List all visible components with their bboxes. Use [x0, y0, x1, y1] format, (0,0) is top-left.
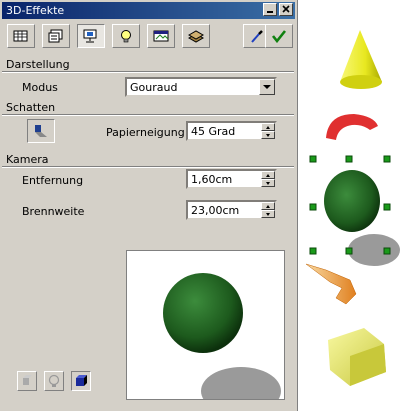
- separator: [2, 71, 294, 73]
- window-title: 3D-Effekte: [6, 4, 65, 17]
- material-icon: [188, 30, 204, 43]
- minimize-button[interactable]: [263, 3, 277, 16]
- texture-icon: [153, 30, 169, 42]
- papierneigung-spinner[interactable]: 45 Grad: [186, 121, 277, 141]
- close-button[interactable]: [279, 3, 293, 16]
- preview-sphere-image: [163, 273, 281, 399]
- modus-value: Gouraud: [130, 81, 178, 94]
- torus-segment-object[interactable]: [326, 114, 378, 140]
- up-arrow-icon: [266, 205, 270, 208]
- selection-handle[interactable]: [383, 203, 391, 211]
- up-arrow-icon: [266, 126, 270, 129]
- papierneigung-value: 45 Grad: [191, 125, 236, 138]
- modus-label: Modus: [22, 81, 58, 94]
- light-button[interactable]: [112, 24, 140, 48]
- geometry-button[interactable]: [7, 24, 35, 48]
- spin-buttons: [261, 202, 275, 218]
- selection-handle[interactable]: [309, 203, 317, 211]
- lamp-icon: [48, 374, 60, 387]
- entfernung-value: 1,60cm: [191, 173, 233, 186]
- modus-dropdown-button[interactable]: [259, 79, 275, 95]
- document-canvas: [305, 30, 400, 386]
- 3d-effects-dialog: 3D-Effekte Darstellung Modus Gouraud Sch…: [0, 0, 298, 411]
- selection-handle[interactable]: [383, 155, 391, 163]
- cube-icon: [23, 375, 32, 385]
- cone-object[interactable]: [340, 30, 382, 89]
- papierneigung-label: Papierneigung: [106, 126, 185, 139]
- spin-buttons: [261, 171, 275, 187]
- down-arrow-icon: [266, 134, 270, 137]
- illumination-button[interactable]: [77, 24, 105, 48]
- preview-area: [126, 250, 285, 400]
- separator: [2, 166, 294, 168]
- selection-handle[interactable]: [309, 247, 317, 255]
- brennweite-spinner[interactable]: 23,00cm: [186, 200, 277, 220]
- selection-handle[interactable]: [345, 155, 353, 163]
- spin-up-button[interactable]: [261, 123, 275, 131]
- selection-handle[interactable]: [345, 247, 353, 255]
- separator: [2, 114, 294, 116]
- close-icon: [282, 5, 290, 13]
- section-schatten: Schatten: [6, 101, 56, 114]
- modus-select[interactable]: Gouraud: [125, 77, 277, 97]
- entfernung-spinner[interactable]: 1,60cm: [186, 169, 277, 189]
- spin-down-button[interactable]: [261, 179, 275, 187]
- up-arrow-icon: [266, 174, 270, 177]
- shading-icon: [48, 29, 63, 43]
- selection-handle[interactable]: [383, 247, 391, 255]
- texture-button[interactable]: [147, 24, 175, 48]
- spin-down-button[interactable]: [261, 131, 275, 139]
- color-cube-icon: [76, 375, 87, 386]
- down-arrow-icon: [266, 213, 270, 216]
- shading-button[interactable]: [42, 24, 70, 48]
- spin-buttons: [261, 123, 275, 139]
- selection-handle[interactable]: [309, 155, 317, 163]
- brennweite-value: 23,00cm: [191, 204, 240, 217]
- illumination-icon: [83, 29, 97, 43]
- l-shape-object[interactable]: [305, 263, 357, 305]
- title-bar[interactable]: 3D-Effekte: [2, 2, 295, 19]
- lighting-preview-button[interactable]: [44, 371, 64, 391]
- cube-preview-button[interactable]: [17, 371, 37, 391]
- spin-up-button[interactable]: [261, 171, 275, 179]
- material-button[interactable]: [182, 24, 210, 48]
- minimize-icon: [267, 11, 273, 13]
- geometry-icon: [13, 30, 28, 42]
- down-arrow-icon: [266, 182, 270, 185]
- entfernung-label: Entfernung: [22, 174, 84, 187]
- section-kamera: Kamera: [6, 153, 49, 166]
- spin-up-button[interactable]: [261, 202, 275, 210]
- spin-down-button[interactable]: [261, 210, 275, 218]
- checkmark-icon: [271, 30, 287, 43]
- apply-button[interactable]: [265, 24, 293, 48]
- pipette-icon: [251, 30, 263, 43]
- shadow-toggle-button[interactable]: [27, 119, 55, 143]
- cube-object[interactable]: [328, 328, 386, 386]
- light-icon: [121, 30, 131, 43]
- color-preview-button[interactable]: [71, 371, 91, 391]
- chevron-down-icon: [263, 85, 271, 89]
- brennweite-label: Brennweite: [22, 205, 85, 218]
- section-darstellung: Darstellung: [6, 58, 70, 71]
- shadow-icon: [35, 125, 47, 137]
